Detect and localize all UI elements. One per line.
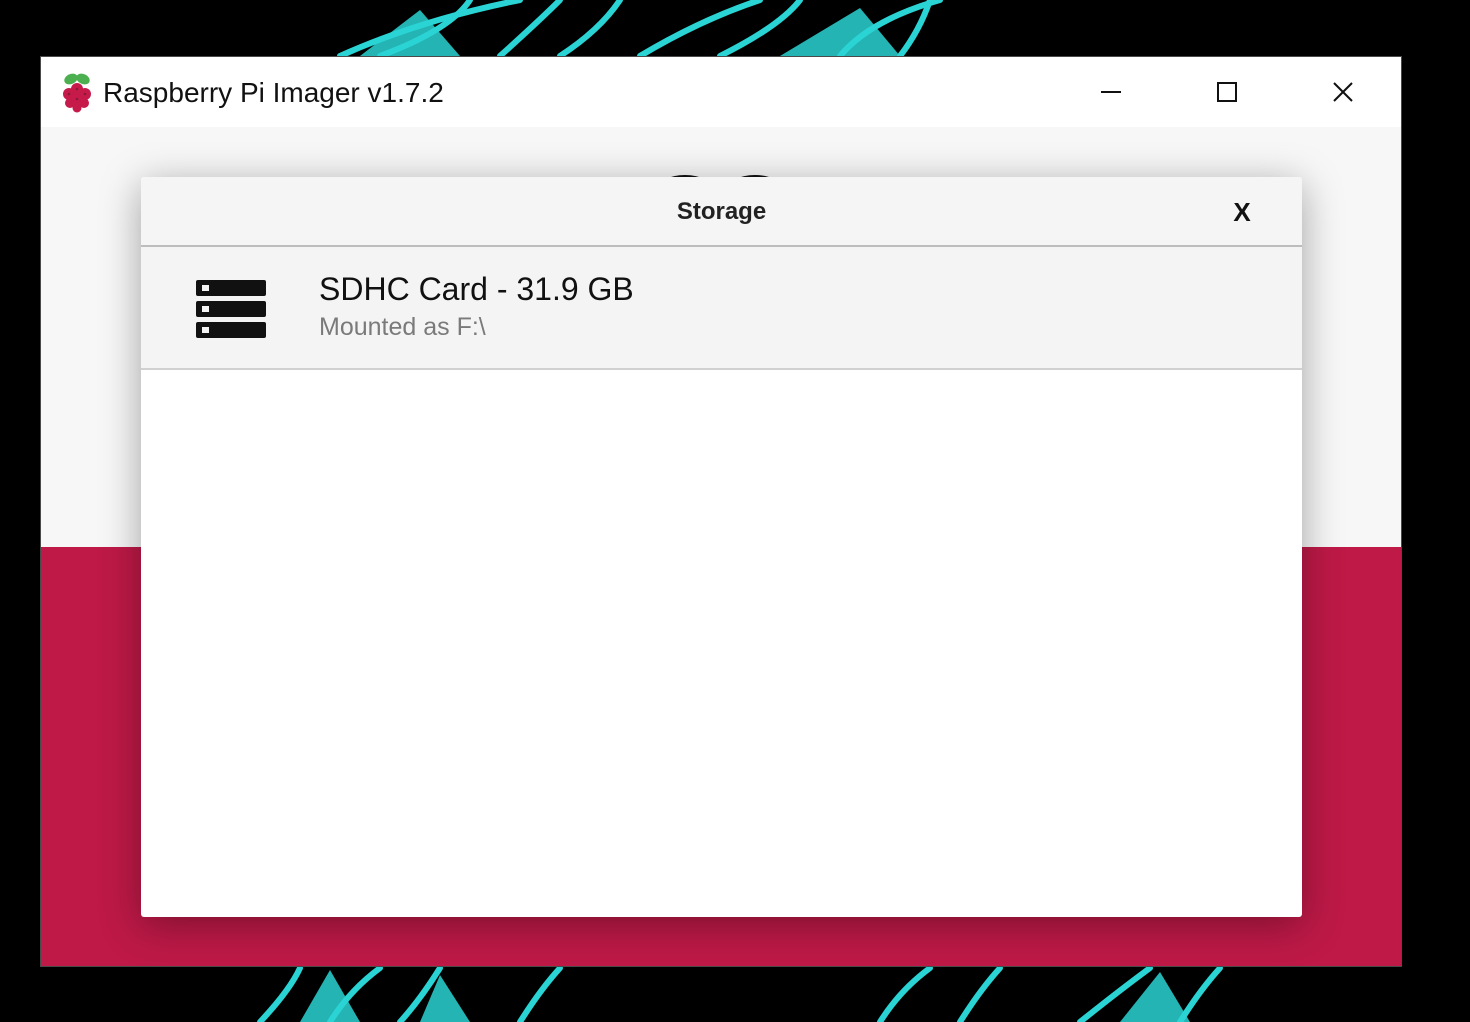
title-bar[interactable]: Raspberry Pi Imager v1.7.2 <box>41 57 1401 127</box>
storage-item-name: SDHC Card - 31.9 GB <box>319 271 634 307</box>
storage-item-sdhc-card[interactable]: SDHC Card - 31.9 GB Mounted as F:\ <box>141 247 1302 370</box>
dialog-header: Storage X <box>141 177 1302 247</box>
raspberry-icon <box>63 73 91 113</box>
close-icon <box>1333 82 1353 102</box>
storage-list: SDHC Card - 31.9 GB Mounted as F:\ <box>141 247 1302 370</box>
dialog-close-button[interactable]: X <box>1212 177 1272 247</box>
window-title: Raspberry Pi Imager v1.7.2 <box>103 77 444 108</box>
storage-drive-icon <box>196 280 266 338</box>
desktop: Raspberry Pi Imager v1.7.2 Storage X SDH… <box>0 0 1470 1022</box>
storage-dialog: Storage X SDHC Card - 31.9 GB Mounted as… <box>141 177 1302 917</box>
storage-item-mount: Mounted as F:\ <box>319 313 486 341</box>
dialog-title: Storage <box>676 198 767 225</box>
app-window: Raspberry Pi Imager v1.7.2 Storage X SDH… <box>40 56 1402 967</box>
minimize-icon <box>1101 91 1121 93</box>
maximize-button[interactable] <box>1169 57 1285 127</box>
minimize-button[interactable] <box>1053 57 1169 127</box>
maximize-icon <box>1217 82 1237 102</box>
close-window-button[interactable] <box>1285 57 1401 127</box>
app-body: Storage X SDHC Card - 31.9 GB Mounted as… <box>41 127 1401 966</box>
